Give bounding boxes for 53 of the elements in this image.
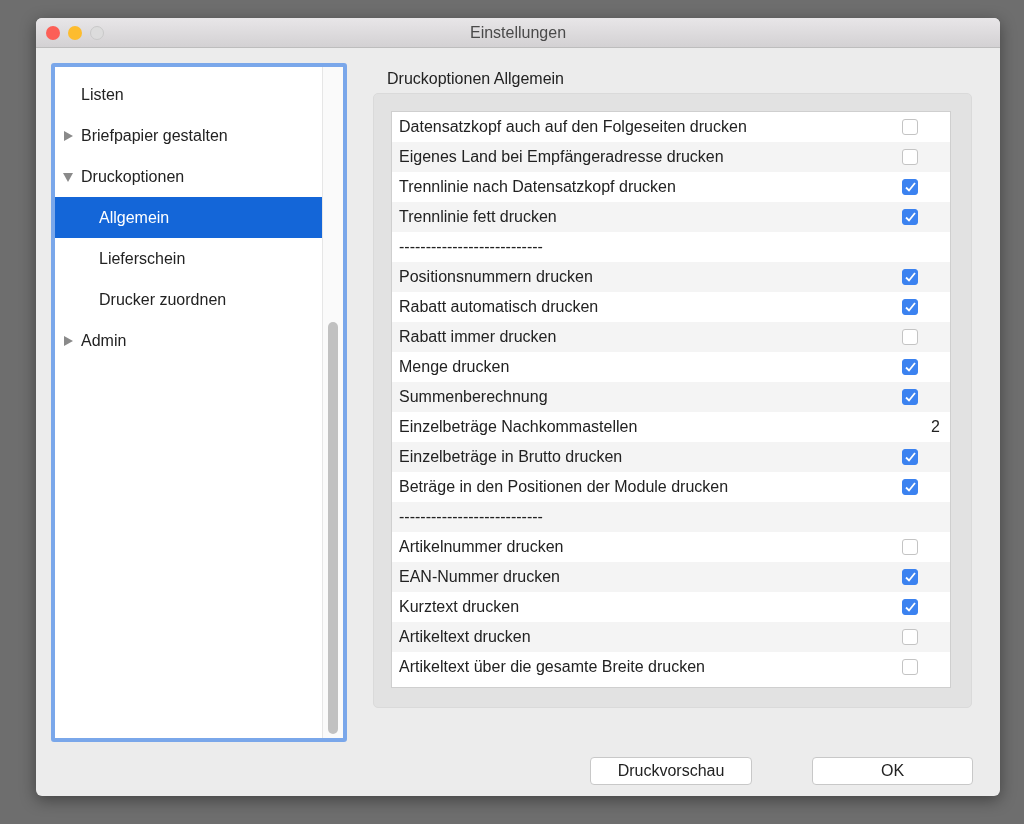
option-label: Datensatzkopf auch auf den Folgeseiten drucken bbox=[399, 117, 748, 137]
collapsed-arrow-icon[interactable] bbox=[63, 130, 73, 141]
checkbox[interactable] bbox=[902, 479, 918, 495]
tree-item[interactable]: Admin bbox=[55, 320, 322, 361]
checkbox[interactable] bbox=[902, 359, 918, 375]
option-label: Kurztext drucken bbox=[399, 597, 521, 617]
option-label: Trennlinie nach Datensatzkopf drucken bbox=[399, 177, 677, 197]
option-label: Rabatt automatisch drucken bbox=[399, 297, 600, 317]
option-label: Einzelbeträge in Brutto drucken bbox=[399, 447, 624, 467]
tree-item[interactable]: Briefpapier gestalten bbox=[55, 115, 322, 156]
zoom-icon bbox=[90, 26, 104, 40]
tree-item[interactable]: Drucker zuordnen bbox=[55, 279, 322, 320]
option-label: Einzelbeträge Nachkommastellen bbox=[399, 417, 639, 437]
checkbox[interactable] bbox=[902, 569, 918, 585]
close-icon[interactable] bbox=[46, 26, 60, 40]
checkbox[interactable] bbox=[902, 209, 918, 225]
number-value[interactable]: 2 bbox=[931, 415, 940, 439]
scrollbar-thumb[interactable] bbox=[328, 322, 338, 734]
ok-button[interactable]: OK bbox=[812, 757, 973, 785]
separator-text: --------------------------- bbox=[399, 237, 544, 257]
tree-item[interactable]: Listen bbox=[55, 74, 322, 115]
option-label: Artikeltext drucken bbox=[399, 627, 532, 647]
option-label: Eigenes Land bei Empfängeradresse drucken bbox=[399, 147, 725, 167]
option-label: Rabatt immer drucken bbox=[399, 327, 558, 347]
section-title: Druckoptionen Allgemein bbox=[387, 69, 565, 89]
checkbox[interactable] bbox=[902, 269, 918, 285]
option-label: Trennlinie fett drucken bbox=[399, 207, 558, 227]
checkbox[interactable] bbox=[902, 539, 918, 555]
checkbox[interactable] bbox=[902, 149, 918, 165]
separator-text: --------------------------- bbox=[399, 507, 544, 527]
option-label: Artikelnummer drucken bbox=[399, 537, 565, 557]
checkbox[interactable] bbox=[902, 329, 918, 345]
option-label: Beträge in den Positionen der Module drucken bbox=[399, 477, 730, 497]
option-label: EAN-Nummer drucken bbox=[399, 567, 561, 587]
tree-item[interactable]: Lieferschein bbox=[55, 238, 322, 279]
preview-button[interactable]: Druckvorschau bbox=[590, 757, 752, 785]
option-label: Menge drucken bbox=[399, 357, 511, 377]
checkbox[interactable] bbox=[902, 179, 918, 195]
tree-item[interactable]: Allgemein bbox=[55, 197, 322, 238]
option-label: Summenberechnung bbox=[399, 387, 549, 407]
expanded-arrow-icon[interactable] bbox=[63, 171, 73, 182]
tree-item[interactable]: Druckoptionen bbox=[55, 156, 322, 197]
checkbox[interactable] bbox=[902, 659, 918, 675]
window-title: Einstellungen bbox=[469, 22, 567, 43]
checkbox[interactable] bbox=[902, 119, 918, 135]
option-label: Positionsnummern drucken bbox=[399, 267, 594, 287]
checkbox[interactable] bbox=[902, 389, 918, 405]
checkbox[interactable] bbox=[902, 449, 918, 465]
checkbox[interactable] bbox=[902, 299, 918, 315]
checkbox[interactable] bbox=[902, 599, 918, 615]
option-label: Artikeltext über die gesamte Breite drucken bbox=[399, 657, 706, 677]
collapsed-arrow-icon[interactable] bbox=[63, 335, 73, 346]
checkbox[interactable] bbox=[902, 629, 918, 645]
